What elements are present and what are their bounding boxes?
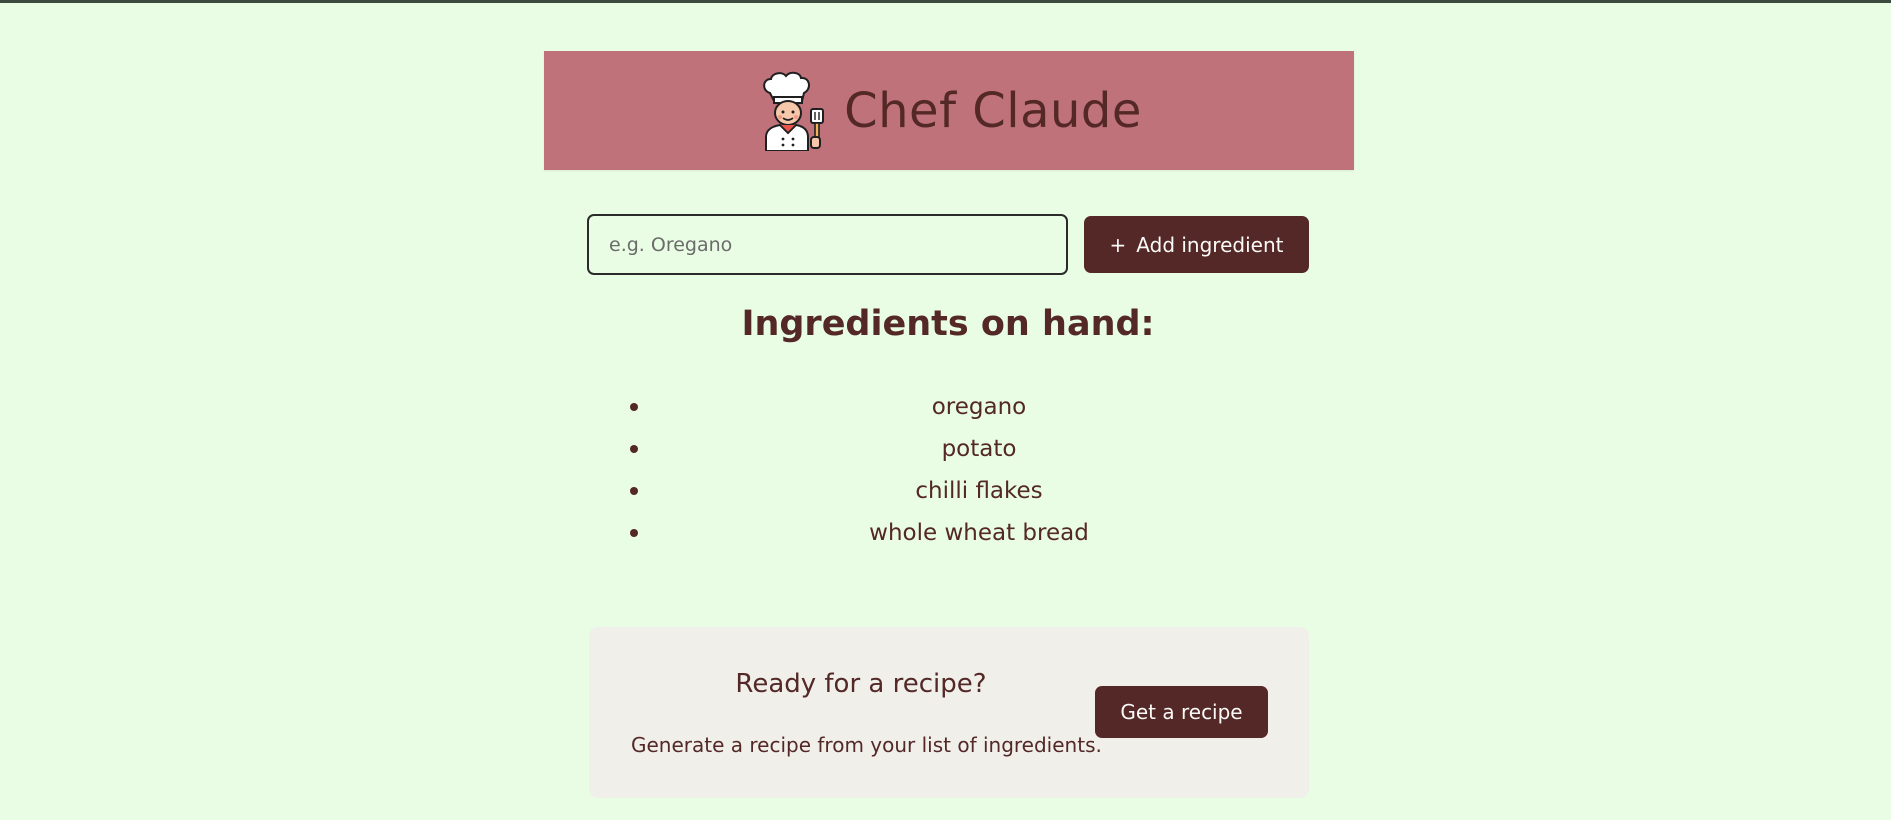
recipe-card-description: Generate a recipe from your list of ingr… xyxy=(631,733,1102,757)
add-ingredient-label: Add ingredient xyxy=(1136,232,1284,257)
recipe-card-title: Ready for a recipe? xyxy=(735,669,987,699)
ingredient-label: oregano xyxy=(931,394,1027,420)
bullet-icon xyxy=(630,529,638,537)
top-border xyxy=(0,0,1891,3)
chef-icon xyxy=(763,71,825,151)
bullet-icon xyxy=(630,445,638,453)
get-recipe-button[interactable]: Get a recipe xyxy=(1095,686,1268,738)
ingredient-item: oregano xyxy=(630,386,1308,428)
ingredient-label: potato xyxy=(941,436,1017,462)
ingredients-list: oregano potato chilli flakes whole wheat… xyxy=(630,386,1308,554)
get-recipe-card: Ready for a recipe? Generate a recipe fr… xyxy=(589,627,1309,798)
ingredient-input[interactable] xyxy=(587,214,1068,275)
add-ingredient-button[interactable]: + Add ingredient xyxy=(1084,216,1309,273)
add-ingredient-form: + Add ingredient xyxy=(587,214,1309,275)
bullet-icon xyxy=(630,487,638,495)
plus-icon: + xyxy=(1109,232,1127,257)
ingredients-heading: Ingredients on hand: xyxy=(741,304,1155,344)
ingredient-item: whole wheat bread xyxy=(630,512,1308,554)
ingredient-item: potato xyxy=(630,428,1308,470)
ingredient-label: chilli flakes xyxy=(915,478,1043,504)
bullet-icon xyxy=(630,403,638,411)
app-header: Chef Claude xyxy=(544,51,1354,170)
ingredient-item: chilli flakes xyxy=(630,470,1308,512)
ingredient-label: whole wheat bread xyxy=(869,520,1089,546)
app-title: Chef Claude xyxy=(844,82,1142,139)
